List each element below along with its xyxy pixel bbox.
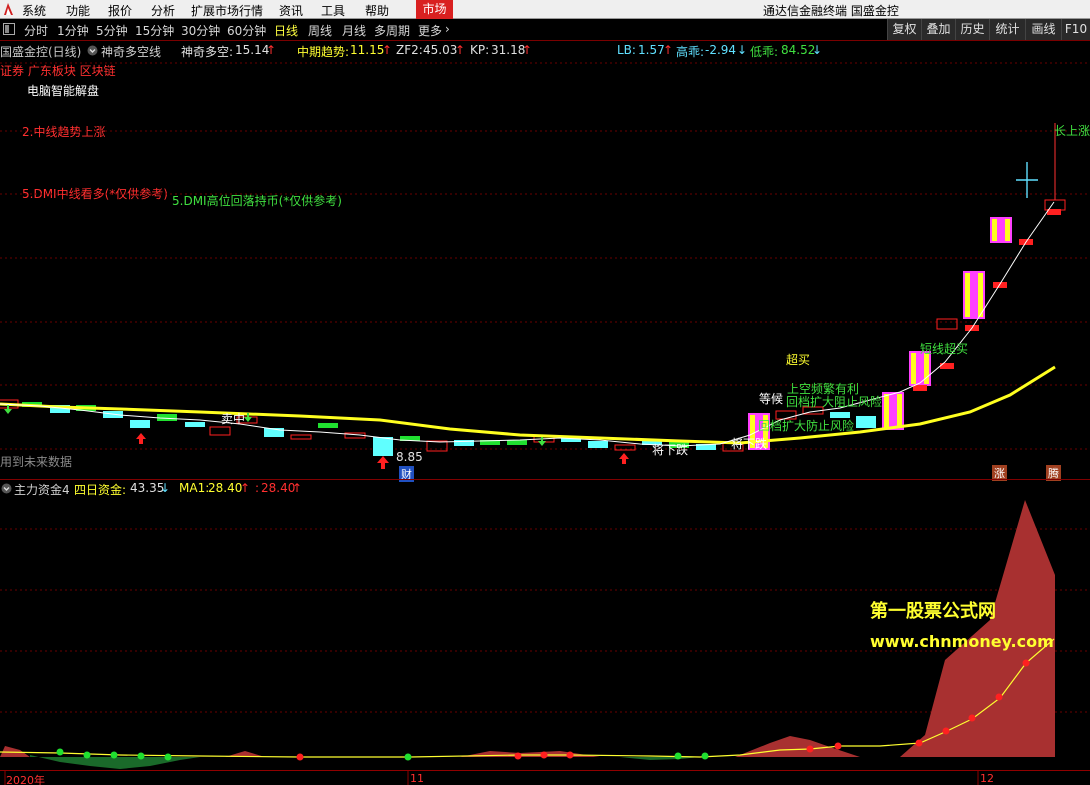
- time-axis-ticks: [4, 770, 979, 785]
